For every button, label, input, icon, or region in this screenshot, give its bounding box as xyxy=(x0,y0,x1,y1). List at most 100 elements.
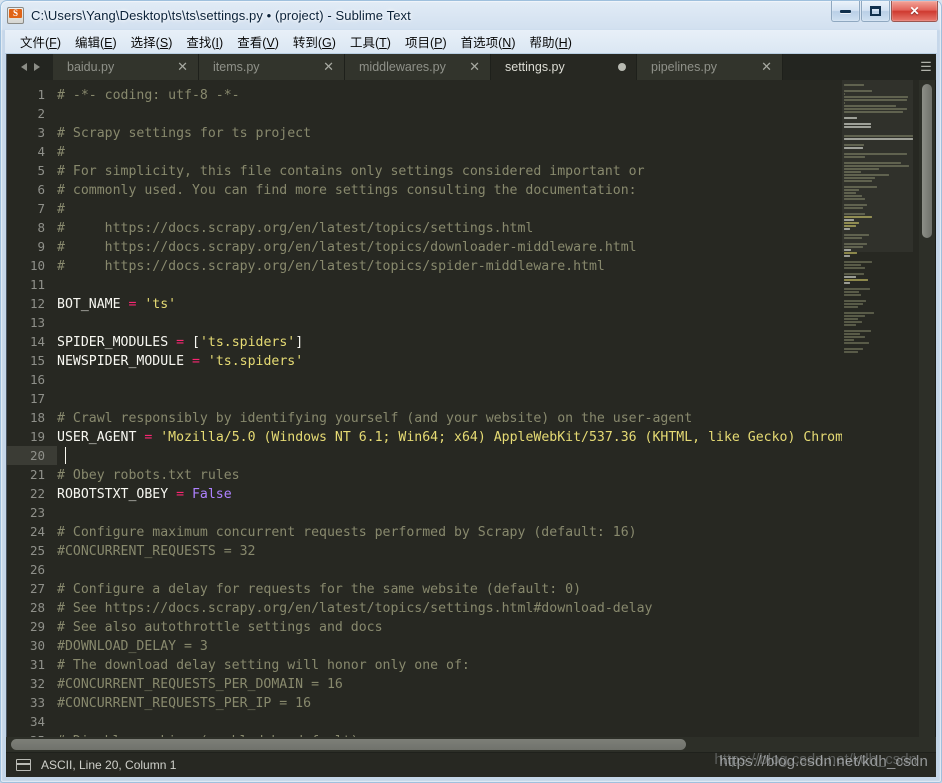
menu-item-5[interactable]: 查看(V) xyxy=(230,30,286,53)
token-comment: # Scrapy settings for ts project xyxy=(57,126,312,141)
tab-close-icon[interactable]: ✕ xyxy=(177,61,188,74)
menu-item-2[interactable]: 编辑(E) xyxy=(68,30,124,53)
tab-middlewares-py[interactable]: middlewares.py ✕ xyxy=(345,54,491,80)
menu-item-paren: ) xyxy=(511,36,516,50)
menu-item-1[interactable]: 文件(F) xyxy=(13,30,68,53)
tab-baidu-py[interactable]: baidu.py ✕ xyxy=(53,54,199,80)
line-content: # See https://docs.scrapy.org/en/latest/… xyxy=(57,601,652,616)
code-line: 8 # https://docs.scrapy.org/en/latest/top… xyxy=(7,218,842,237)
token-str: 'ts' xyxy=(136,297,177,312)
token-str: 'ts.spiders' xyxy=(199,354,304,369)
menu-item-9[interactable]: 首选项(N) xyxy=(454,30,523,53)
menu-item-3[interactable]: 选择(S) xyxy=(124,30,180,53)
horizontal-scrollbar[interactable] xyxy=(6,737,936,752)
line-number: 5 xyxy=(37,163,45,178)
token-comment: #CONCURRENT_REQUESTS_PER_DOMAIN = 16 xyxy=(57,677,343,692)
horizontal-scrollbar-thumb[interactable] xyxy=(11,739,686,750)
token-comment: #DOWNLOAD_DELAY = 3 xyxy=(57,639,208,654)
line-number: 11 xyxy=(29,277,45,292)
code-line: 9 # https://docs.scrapy.org/en/latest/top… xyxy=(7,237,842,256)
line-number: 18 xyxy=(29,410,45,425)
minimap-line xyxy=(844,351,859,353)
minimap-line xyxy=(844,126,871,128)
line-content: # Obey robots.txt rules xyxy=(57,468,240,483)
line-number: 19 xyxy=(29,429,45,444)
menu-item-paren: ) xyxy=(112,36,117,50)
tab-close-icon[interactable]: ✕ xyxy=(323,61,334,74)
line-number: 14 xyxy=(29,334,45,349)
minimize-button[interactable] xyxy=(831,1,860,22)
line-content: ROBOTSTXT_OBEY = False xyxy=(57,487,232,502)
code-line: 10 # https://docs.scrapy.org/en/latest/to… xyxy=(7,256,842,275)
line-content: # Crawl responsibly by identifying yours… xyxy=(57,411,692,426)
minimap-line xyxy=(844,249,851,251)
token-comment: # https://docs.scrapy.org/en/latest/topi… xyxy=(57,221,534,236)
minimap-line xyxy=(844,180,872,182)
token-comment: # commonly used. You can find more setti… xyxy=(57,183,637,198)
tab-items-py[interactable]: items.py ✕ xyxy=(199,54,345,80)
token-var: NEWSPIDER_MODULE xyxy=(57,354,192,369)
token-comment: # Obey robots.txt rules xyxy=(57,468,240,483)
menu-item-4[interactable]: 查找(I) xyxy=(179,30,230,53)
token-comment: # Crawl responsibly by identifying yours… xyxy=(57,411,693,426)
minimap-line xyxy=(844,195,862,197)
menu-item-paren: ) xyxy=(274,36,279,50)
tab-overflow-menu-icon[interactable]: ☰ xyxy=(916,54,936,80)
text-cursor xyxy=(65,447,66,464)
menu-bar: 文件(F) 编辑(E) 选择(S) 查找(I) 查看(V) 转到(G) 工具(T) 项目(P)… xyxy=(5,30,937,54)
minimap-line xyxy=(844,333,860,335)
line-number: 3 xyxy=(37,125,45,140)
menu-item-paren: ) xyxy=(442,36,447,50)
line-number: 25 xyxy=(29,543,45,558)
menu-item-mnemonic: E xyxy=(104,36,113,50)
minimap-line xyxy=(844,324,856,326)
minimap-lines xyxy=(844,84,913,354)
minimap-line xyxy=(844,312,875,314)
tab-label: baidu.py xyxy=(67,60,115,74)
minimap-line xyxy=(844,102,845,104)
vertical-scrollbar-thumb[interactable] xyxy=(922,84,932,238)
menu-item-8[interactable]: 项目(P) xyxy=(398,30,454,53)
token-comment: # See also autothrottle settings and doc… xyxy=(57,620,383,635)
line-number: 21 xyxy=(29,467,45,482)
next-tab-arrow-icon[interactable] xyxy=(33,63,40,71)
close-button[interactable]: ✕ xyxy=(891,1,938,22)
tab-close-icon[interactable]: ✕ xyxy=(761,61,772,74)
minimap-line xyxy=(844,219,854,221)
menu-item-6[interactable]: 转到(G) xyxy=(286,30,343,53)
maximize-icon xyxy=(862,1,889,21)
minimap-line xyxy=(844,135,913,137)
vertical-scrollbar[interactable] xyxy=(919,80,935,777)
close-icon: ✕ xyxy=(909,4,920,18)
tab-label: pipelines.py xyxy=(651,60,718,74)
status-text: ASCII, Line 20, Column 1 xyxy=(41,758,177,772)
line-content: #DOWNLOAD_DELAY = 3 xyxy=(57,639,208,654)
maximize-button[interactable] xyxy=(861,1,890,22)
minimap-line xyxy=(844,291,860,293)
tab-settings-py[interactable]: settings.py xyxy=(491,54,637,80)
code-line: 26 xyxy=(7,560,842,579)
minimap-line xyxy=(844,153,907,155)
minimap-line xyxy=(844,198,865,200)
menu-item-mnemonic: F xyxy=(49,36,57,50)
minimap[interactable] xyxy=(842,80,919,777)
tab-close-icon[interactable]: ✕ xyxy=(469,61,480,74)
prev-tab-arrow-icon[interactable] xyxy=(20,63,27,71)
code-view[interactable]: 1 # -*- coding: utf-8 -*- 2 3 # Scrapy setti… xyxy=(7,80,842,777)
minimap-line xyxy=(844,276,857,278)
token-comment: # See https://docs.scrapy.org/en/latest/… xyxy=(57,601,653,616)
token-const: False xyxy=(184,487,232,502)
menu-item-label: 转到( xyxy=(292,36,323,50)
menu-item-10[interactable]: 帮助(H) xyxy=(523,30,579,53)
line-content: # Scrapy settings for ts project xyxy=(57,126,311,141)
code-line: 27 # Configure a delay for requests for t… xyxy=(7,579,842,598)
menu-item-7[interactable]: 工具(T) xyxy=(343,30,398,53)
menu-item-paren: ) xyxy=(567,36,572,50)
code-line: 20 xyxy=(7,446,842,465)
minimap-line xyxy=(844,243,867,245)
line-number: 31 xyxy=(29,657,45,672)
tab-pipelines-py[interactable]: pipelines.py ✕ xyxy=(637,54,783,80)
code-line: 11 xyxy=(7,275,842,294)
token-punct: ] xyxy=(295,335,304,350)
minimap-line xyxy=(844,216,872,218)
